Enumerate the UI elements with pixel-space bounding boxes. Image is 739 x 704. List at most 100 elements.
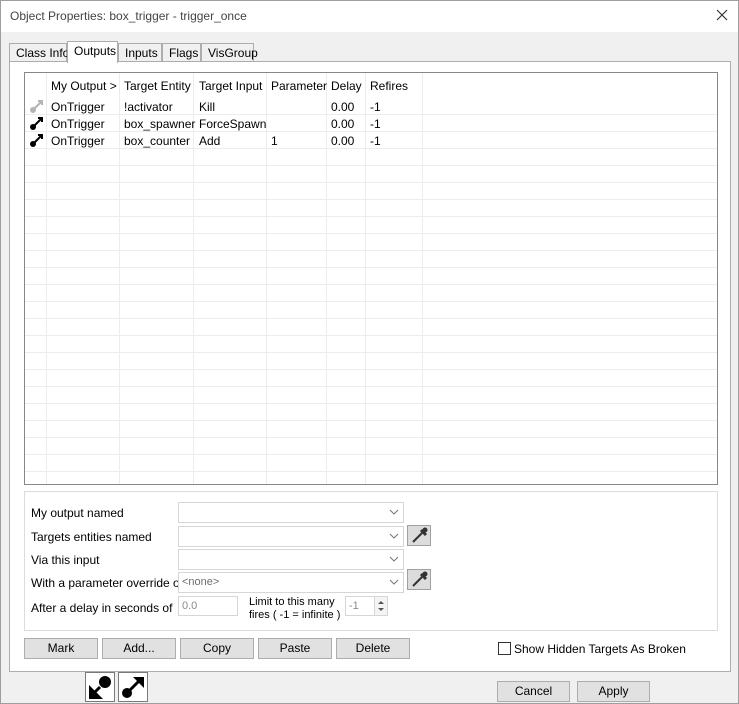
- column-header-refires[interactable]: Refires: [370, 79, 408, 93]
- cell-output: OnTrigger: [51, 134, 105, 148]
- spin-arrows-icon: [378, 601, 384, 611]
- cell-refires: -1: [370, 117, 381, 131]
- grid-line: [25, 386, 717, 387]
- tab-outputs[interactable]: Outputs: [67, 41, 118, 63]
- output-label: My output named: [31, 506, 124, 520]
- column-header-parameter[interactable]: Parameter: [271, 79, 327, 93]
- output-combo[interactable]: [178, 502, 404, 523]
- connections-list[interactable]: My Output > Target Entity Target Input P…: [24, 72, 718, 485]
- pick-target-button[interactable]: [407, 525, 431, 546]
- close-icon: [716, 9, 728, 21]
- limit-spinner[interactable]: [374, 596, 388, 616]
- grid-line: [25, 267, 717, 268]
- grid-line: [422, 73, 423, 484]
- show-hidden-checkbox[interactable]: [498, 642, 511, 655]
- copy-button[interactable]: Copy: [180, 638, 254, 659]
- output-connection-disabled-icon: [30, 100, 43, 113]
- grid-line: [25, 114, 717, 115]
- grid-line: [25, 420, 717, 421]
- cell-target-input: Add: [199, 134, 221, 148]
- grid-line: [119, 73, 120, 484]
- delay-input-value: 0.0: [182, 600, 198, 612]
- delay-input[interactable]: 0.0: [178, 596, 238, 616]
- targets-combo[interactable]: [178, 526, 404, 547]
- column-header-my-output[interactable]: My Output >: [51, 79, 117, 93]
- cell-delay: 0.00: [331, 134, 355, 148]
- tab-visgroup[interactable]: VisGroup: [201, 43, 258, 62]
- grid-line: [25, 216, 717, 217]
- close-button[interactable]: [714, 7, 730, 23]
- cell-target-input: Kill: [199, 100, 216, 114]
- tab-inputs[interactable]: Inputs: [118, 43, 162, 62]
- column-header-delay[interactable]: Delay: [331, 79, 362, 93]
- grid-line: [25, 403, 717, 404]
- chevron-down-icon: [389, 533, 399, 539]
- cell-refires: -1: [370, 134, 381, 148]
- limit-input-value: -1: [349, 600, 359, 612]
- mark-button[interactable]: Mark: [24, 638, 98, 659]
- input-arrow-icon: [122, 677, 144, 698]
- cell-refires: -1: [370, 100, 381, 114]
- grid-line: [365, 73, 366, 484]
- grid-line: [25, 165, 717, 166]
- limit-label-line-2: fires ( -1 = infinite ): [249, 609, 341, 621]
- grid-line: [25, 284, 717, 285]
- output-connection-icon: [30, 117, 43, 130]
- object-properties-dialog: Object Properties: box_trigger - trigger…: [0, 0, 739, 704]
- outputs-mode-button[interactable]: [85, 672, 115, 702]
- cell-delay: 0.00: [331, 100, 355, 114]
- add-button[interactable]: Add...: [102, 638, 176, 659]
- chevron-down-icon: [389, 579, 399, 585]
- chevron-down-icon: [389, 509, 399, 515]
- tab-flags[interactable]: Flags: [162, 43, 201, 62]
- grid-line: [25, 318, 717, 319]
- parameter-combo-value: <none>: [182, 576, 220, 588]
- inputs-mode-button[interactable]: [118, 672, 148, 702]
- grid-line: [25, 148, 717, 149]
- paste-button[interactable]: Paste: [258, 638, 332, 659]
- cell-delay: 0.00: [331, 117, 355, 131]
- column-header-target-entity[interactable]: Target Entity: [124, 79, 191, 93]
- grid-line: [193, 73, 194, 484]
- grid-line: [46, 73, 47, 484]
- grid-line: [326, 73, 327, 484]
- grid-line: [25, 250, 717, 251]
- input-combo[interactable]: [178, 549, 404, 570]
- show-hidden-label[interactable]: Show Hidden Targets As Broken: [514, 642, 686, 656]
- window-title: Object Properties: box_trigger - trigger…: [10, 9, 247, 23]
- grid-line: [266, 73, 267, 484]
- grid-line: [25, 369, 717, 370]
- parameter-combo[interactable]: <none>: [178, 572, 404, 593]
- cell-target-entity: box_counter: [124, 134, 191, 148]
- cell-output: OnTrigger: [51, 100, 105, 114]
- cell-target-input: ForceSpawn: [199, 117, 267, 131]
- grid-line: [25, 471, 717, 472]
- delete-button[interactable]: Delete: [336, 638, 410, 659]
- cell-target-entity: box_spawner: [124, 117, 196, 131]
- limit-label-line-1: Limit to this many: [249, 596, 335, 608]
- grid-line: [25, 335, 717, 336]
- grid-line: [25, 233, 717, 234]
- connection-editor: My output named Targets entities named V…: [24, 491, 718, 631]
- eyedropper-icon: [412, 527, 428, 543]
- grid-line: [25, 301, 717, 302]
- grid-line: [25, 182, 717, 183]
- pick-parameter-button[interactable]: [407, 569, 431, 590]
- grid-line: [25, 199, 717, 200]
- cell-parameter: 1: [271, 134, 278, 148]
- chevron-down-icon: [389, 556, 399, 562]
- output-connection-icon: [30, 134, 43, 147]
- grid-line: [25, 454, 717, 455]
- cancel-button[interactable]: Cancel: [497, 681, 570, 702]
- cell-target-entity: !activator: [124, 100, 173, 114]
- grid-line: [25, 437, 717, 438]
- limit-input[interactable]: -1: [345, 596, 375, 616]
- targets-label: Targets entities named: [31, 530, 152, 544]
- parameter-label: With a parameter override of: [31, 576, 184, 590]
- apply-button[interactable]: Apply: [577, 681, 650, 702]
- column-header-target-input[interactable]: Target Input: [199, 79, 262, 93]
- tab-class-info[interactable]: Class Info: [9, 43, 69, 62]
- input-label: Via this input: [31, 553, 100, 567]
- outputs-tab-panel: My Output > Target Entity Target Input P…: [9, 61, 731, 672]
- eyedropper-icon: [412, 571, 428, 587]
